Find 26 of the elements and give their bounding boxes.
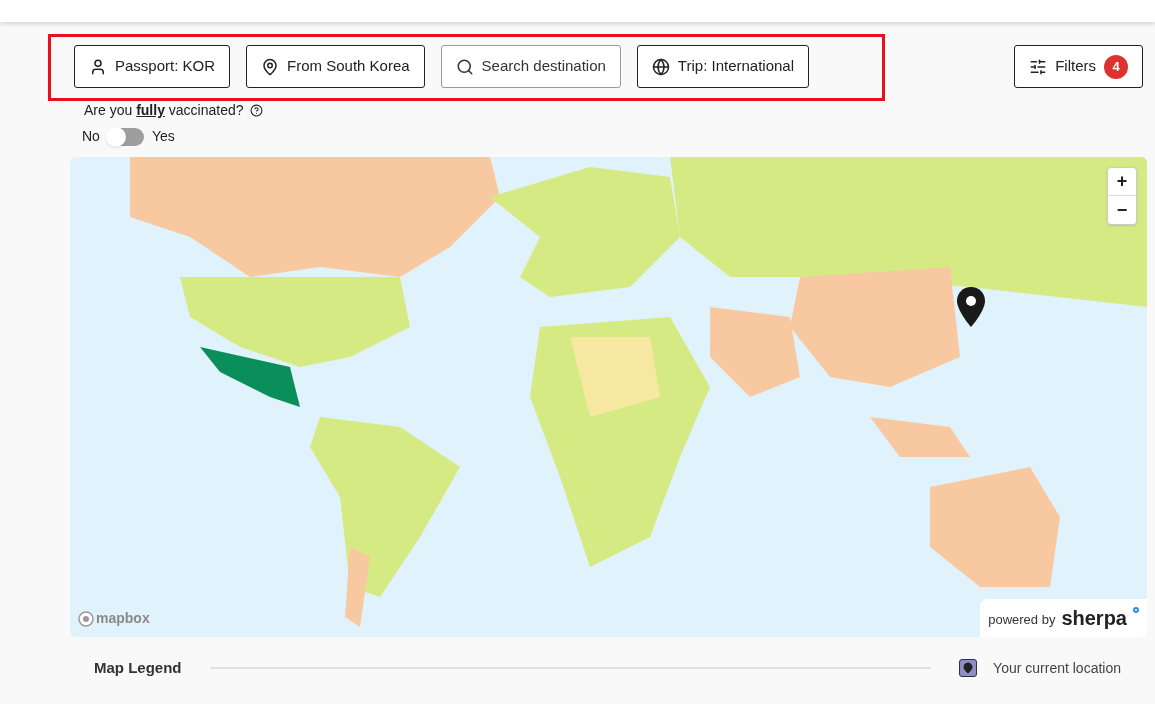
origin-icon: [261, 57, 280, 76]
count-badge: 4: [1104, 54, 1128, 79]
legend-title: Map Legend: [94, 658, 182, 678]
zoom-in-button[interactable]: +: [1108, 168, 1136, 196]
mapbox-attribution: mapbox: [96, 609, 150, 628]
filters-button[interactable]: Filters 4: [1014, 45, 1143, 88]
passport-icon: [89, 57, 107, 76]
vaccination-question: Are you fully vaccinated?: [84, 101, 244, 120]
filter-chip[interactable]: From South Korea: [246, 45, 425, 88]
filter-chip[interactable]: Trip: International: [636, 45, 810, 88]
search-field[interactable]: Search destination: [440, 45, 621, 88]
vaccinated-toggle[interactable]: [107, 127, 144, 146]
filter-chip[interactable]: Passport: KOR: [74, 45, 231, 88]
mapbox-logo-icon: [78, 610, 94, 627]
map-pin-icon: [957, 287, 985, 327]
search-icon: [455, 57, 474, 76]
legend-label: Your current location: [993, 658, 1121, 678]
powered-by-text: powered by: [988, 610, 1056, 629]
location-marker-icon: [959, 659, 978, 678]
sliders-icon: [1029, 57, 1048, 76]
zoom-out-button[interactable]: −: [1108, 196, 1136, 224]
no-label: No: [82, 127, 100, 146]
help-icon: [249, 104, 263, 117]
trip-icon: [651, 57, 670, 76]
yes-label: Yes: [151, 127, 175, 146]
sherpa-logo: sherpa: [1061, 607, 1127, 629]
